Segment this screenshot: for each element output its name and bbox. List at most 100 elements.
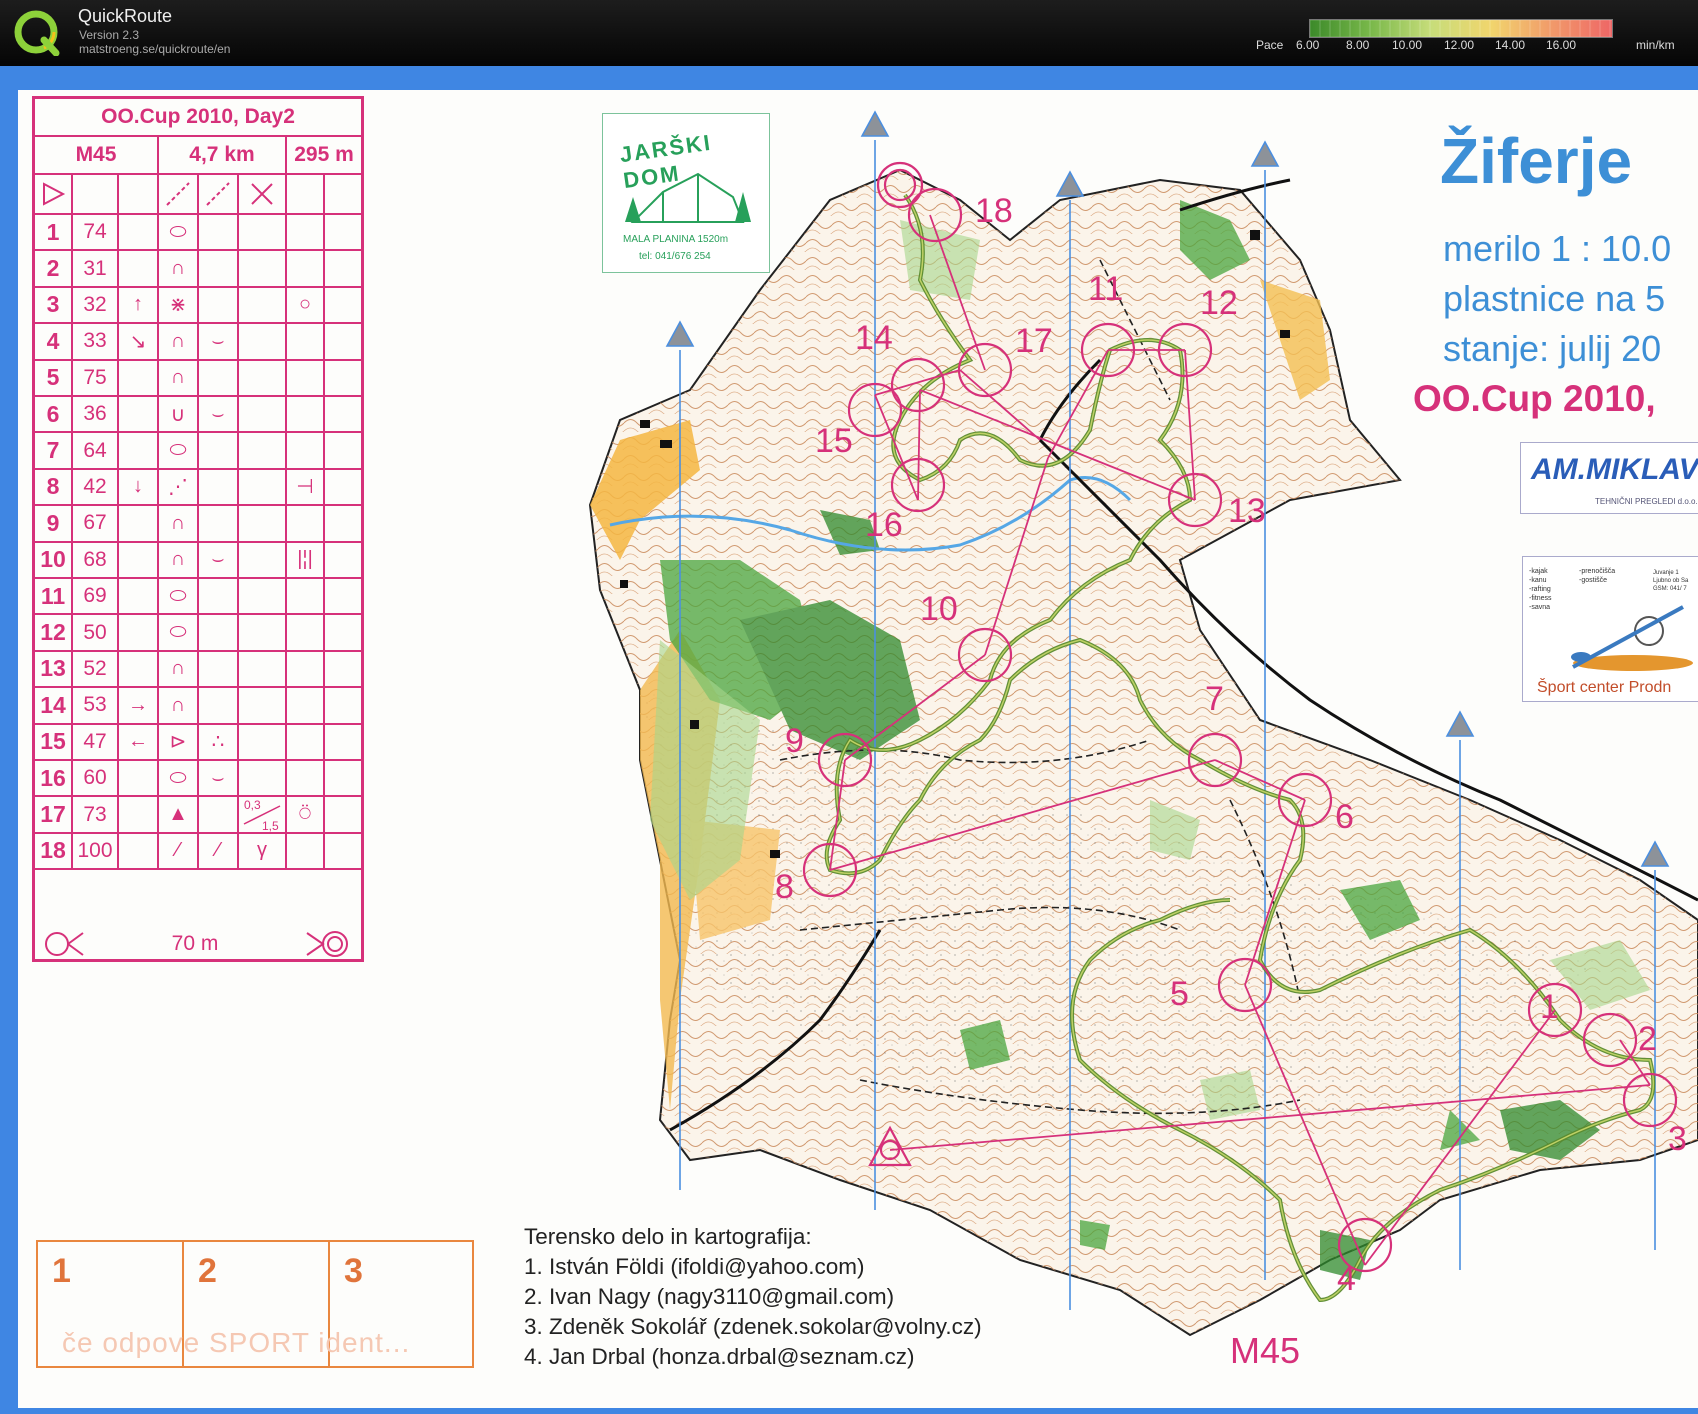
jarski-subtitle: MALA PLANINA 1520m [623,234,729,245]
control-row: 3 32 ↑ ⋇ ○ [35,287,361,325]
description-header-row: OO.Cup 2010, Day2 [35,99,361,137]
control-code: 31 [73,251,119,286]
control-row: 1 74 ⬭ [35,215,361,252]
control-symbol-icon: ↑ [119,287,159,323]
map-event-name: OO.Cup 2010, [1413,378,1656,419]
symbol-glyph-icon: ⬭ [169,439,187,462]
map-class-label: M45 [1230,1330,1301,1371]
control-symbol-icon: |¦| [287,542,325,577]
service-item: -fitness [1529,595,1552,602]
empty-cell [325,215,361,249]
control-number: 15 [815,422,853,460]
control-number: 10 [920,590,958,628]
control-symbol-icon: ∩ [159,506,199,541]
control-number: 14 [855,319,893,357]
control-symbol-icon: ⊣ [287,469,325,505]
service-item: -kajak [1529,568,1548,575]
empty-cell [287,651,325,687]
empty-cell [119,579,159,614]
symbol-glyph-icon: ⌣ [211,329,225,352]
control-number: 9 [785,722,804,760]
empty-cell [287,579,325,614]
empty-cell [325,288,361,322]
control-row: 8 42 ↓ ⋰ ⊣ [35,469,361,507]
symbol-glyph-icon: ⌣ [211,402,225,425]
empty-cell [199,433,239,468]
control-number: 13 [1228,492,1266,530]
empty-cell [239,433,287,468]
symbol-glyph-icon: ← [128,730,148,753]
empty-cell [119,761,159,796]
control-symbol-icon: ⌣ [199,397,239,432]
control-row: 9 67 ∩ [35,506,361,543]
empty-cell [287,251,325,286]
control-row: 14 53 → ∩ [35,688,361,725]
control-sequence-number: 7 [35,433,73,468]
symbol-glyph-icon: ↘ [129,330,147,353]
control-sequence-number: 13 [35,651,73,687]
course-class: M45 [35,137,159,173]
control-symbol-icon: ∩ [159,360,199,395]
symbol-glyph-icon: ∩ [170,257,186,280]
control-code: 36 [73,397,119,432]
control-row: 10 68 ∩ ⌣ |¦| [35,542,361,579]
empty-cell [325,615,361,649]
empty-cell [325,797,361,831]
empty-cell [119,797,159,832]
symbol-glyph-icon: → [128,693,148,716]
sport-services-list: -kajak -kanu -rafting -fitness -savna [1529,567,1552,612]
control-number: 5 [1170,975,1189,1013]
control-sequence-number: 9 [35,506,73,541]
credits-heading: Terensko delo in kartografija: [524,1224,812,1249]
address-line: Juvanje 1 [1653,570,1679,576]
symbol-glyph-icon: ⬭ [169,584,187,607]
service-item: -prenočišča [1579,568,1616,575]
empty-cell [287,761,325,796]
control-symbol-icon: ▲ [159,797,199,832]
control-symbol-icon: ⌣ [199,324,239,359]
control-sequence-number: 2 [35,251,73,286]
sport-address: Juvanje 1 Ljubno ob Sa GSM: 041/ 7 [1653,569,1688,593]
empty-cell [239,506,287,541]
control-sequence-number: 15 [35,724,73,759]
credit-line: 1. István Földi (ifoldi@yahoo.com) [524,1254,865,1279]
empty-cell [325,251,361,285]
control-symbol-icon: ○ [287,287,325,323]
empty-cell [73,175,119,213]
control-symbol-icon: ⁄ [159,833,199,869]
symbol-glyph-icon: ∩ [170,548,186,571]
control-number: 12 [1200,284,1238,322]
empty-cell [239,651,287,687]
empty-cell [239,688,287,723]
empty-cell [325,725,361,759]
dimension-icon: 0,31,5 [243,798,281,832]
empty-cell [199,797,239,832]
symbol-glyph-icon: ⬭ [169,621,187,644]
symbol-glyph-icon: ○ [298,293,312,316]
empty-cell [199,506,239,541]
empty-cell [325,361,361,395]
empty-cell [325,834,361,868]
control-number: 4 [1337,1260,1356,1298]
control-sequence-number: 5 [35,360,73,395]
control-sequence-number: 12 [35,615,73,650]
punch-box-label: 3 [344,1252,363,1290]
empty-cell [119,433,159,468]
punch-note: če odpove SPORT ident... [62,1327,411,1358]
empty-cell [287,397,325,432]
line-crossing-icon [159,175,199,213]
jarski-dom-logo: JARŠKI DOM MALA PLANINA 1520m tel: 041/6… [602,113,770,273]
empty-cell [325,470,361,504]
empty-cell [119,833,159,869]
empty-cell [199,251,239,286]
control-sequence-number: 4 [35,324,73,359]
course-info-row: M45 4,7 km 295 m [35,137,361,175]
control-sequence-number: 17 [35,797,73,832]
start-triangle-icon [35,175,73,213]
service-item: -kanu [1529,577,1547,584]
symbol-glyph-icon: ↑ [133,293,143,316]
control-number: 17 [1015,322,1053,360]
service-item: -savna [1529,604,1551,611]
empty-cell [199,688,239,723]
control-symbol-icon: ∩ [159,542,199,577]
